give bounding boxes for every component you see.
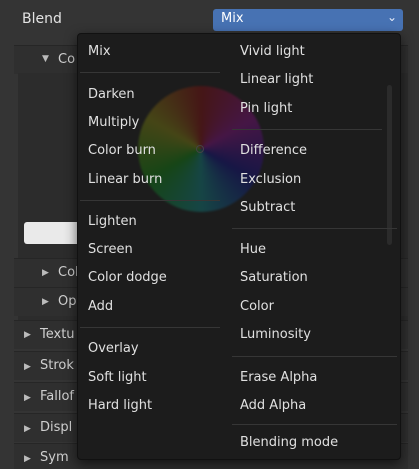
menu-item-vivid-light[interactable]: Vivid light [240,44,305,59]
row-label: Fallof [40,389,75,404]
expand-triangle-icon: ▶ [24,330,31,340]
menu-item-erase-alpha[interactable]: Erase Alpha [240,370,317,385]
blend-mode-dropdown[interactable]: Mix ⌄ [213,9,403,31]
menu-item-color-dodge[interactable]: Color dodge [88,270,167,285]
separator [232,356,397,357]
menu-item-blending-mode[interactable]: Blending mode [240,435,338,450]
menu-item-color[interactable]: Color [240,299,274,314]
menu-item-multiply[interactable]: Multiply [88,115,139,130]
menu-item-mix[interactable]: Mix [88,44,111,59]
row-label: Strok [40,358,74,373]
menu-item-add[interactable]: Add [88,299,113,314]
expand-triangle-icon: ▶ [24,424,31,434]
blend-label: Blend [22,11,62,27]
separator [232,228,397,229]
menu-item-exclusion[interactable]: Exclusion [240,172,301,187]
menu-item-add-alpha[interactable]: Add Alpha [240,398,306,413]
menu-scrollbar[interactable] [387,85,392,245]
menu-item-saturation[interactable]: Saturation [240,270,308,285]
menu-item-hue[interactable]: Hue [240,242,266,257]
color-picker-label: Co [58,52,76,67]
row-label: Displ [40,420,73,435]
expand-triangle-icon: ▶ [24,362,31,372]
menu-item-luminosity[interactable]: Luminosity [240,327,311,342]
menu-item-soft-light[interactable]: Soft light [88,370,147,385]
menu-item-pin-light[interactable]: Pin light [240,101,292,116]
separator [80,327,220,328]
subrow-label: Col [58,265,79,280]
menu-item-color-burn[interactable]: Color burn [88,143,156,158]
row-label: Sym [40,450,69,465]
menu-item-lighten[interactable]: Lighten [88,214,137,229]
menu-item-screen[interactable]: Screen [88,242,133,257]
menu-item-darken[interactable]: Darken [88,87,135,102]
expand-triangle-icon: ▶ [24,393,31,403]
blend-mode-value: Mix [221,11,244,26]
separator [232,129,382,130]
menu-item-difference[interactable]: Difference [240,143,307,158]
collapse-triangle-icon: ▼ [42,54,49,64]
row-label: Textu [40,327,75,342]
color-wheel-cursor [196,145,204,153]
menu-item-linear-burn[interactable]: Linear burn [88,172,162,187]
menu-item-linear-light[interactable]: Linear light [240,72,313,87]
menu-item-hard-light[interactable]: Hard light [88,398,152,413]
separator [80,72,220,73]
expand-triangle-icon: ▶ [24,454,31,464]
subrow-label: Op [58,294,77,309]
expand-triangle-icon: ▶ [42,297,49,307]
separator [232,424,397,425]
separator [80,200,220,201]
menu-item-overlay[interactable]: Overlay [88,341,139,356]
expand-triangle-icon: ▶ [42,268,49,278]
menu-item-subtract[interactable]: Subtract [240,200,295,215]
chevron-down-icon: ⌄ [386,10,397,24]
